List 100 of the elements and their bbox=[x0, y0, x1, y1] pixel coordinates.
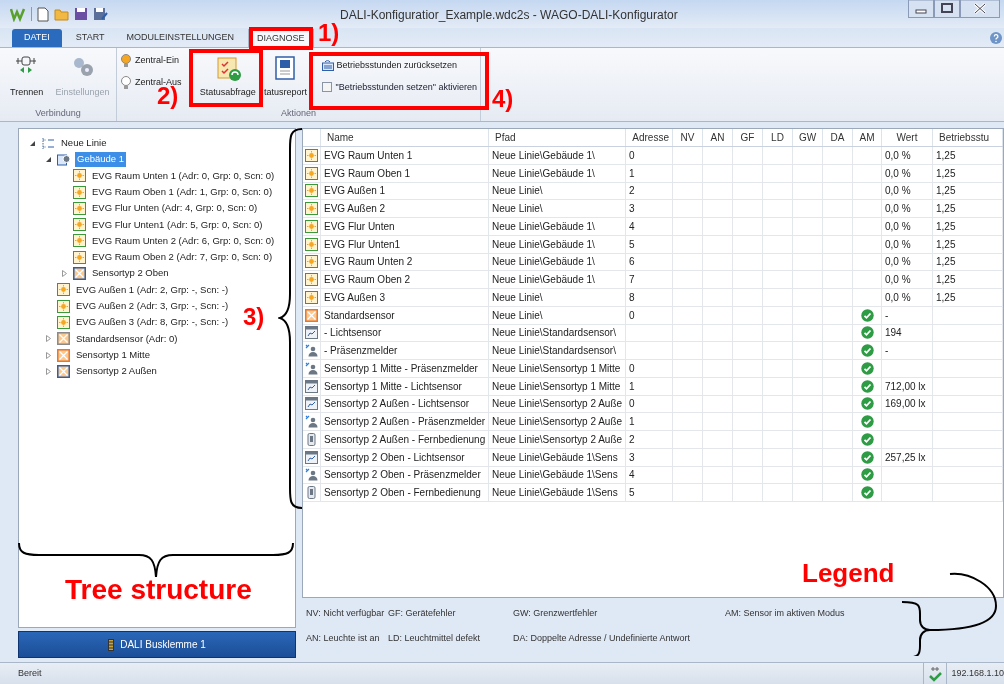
column-header[interactable]: GF bbox=[733, 129, 763, 146]
tree-item[interactable]: EVG Raum Unten 1 (Adr: 0, Grp: 0, Scn: 0) bbox=[90, 168, 277, 183]
table-cell: Neue Linie\Gebäude 1\Sens bbox=[489, 466, 626, 484]
table-cell: Sensortyp 2 Außen - Fernbedienung bbox=[321, 431, 489, 448]
legend-text: AM: Sensor im aktiven Modus bbox=[725, 607, 846, 620]
table-cell: 4 bbox=[626, 466, 673, 484]
checklist-icon bbox=[214, 55, 241, 81]
column-header[interactable]: DA bbox=[823, 129, 853, 146]
checkbox[interactable] bbox=[321, 82, 332, 93]
ribbon-tab[interactable]: START bbox=[67, 29, 113, 47]
expander-icon[interactable] bbox=[44, 155, 52, 163]
column-header[interactable]: Wert bbox=[882, 129, 933, 146]
table-cell: Neue Linie\ bbox=[489, 182, 626, 200]
folder-icon[interactable] bbox=[54, 7, 69, 21]
table-cell: EVG Raum Unten 2 bbox=[321, 253, 489, 271]
table-cell: 1,25 bbox=[933, 182, 1003, 200]
table-cell: 8 bbox=[626, 289, 673, 306]
table-cell: 0 bbox=[626, 360, 673, 377]
table-cell: 5 bbox=[626, 484, 673, 501]
column-header[interactable]: Adresse bbox=[626, 129, 673, 146]
ribbon-button[interactable]: Betriebsstunden zurücksetzen bbox=[321, 59, 477, 73]
table-cell: Neue Linie\Gebäude 1\ bbox=[489, 147, 626, 164]
table-cell: Neue Linie\Gebäude 1\Sens bbox=[489, 448, 626, 466]
table-cell: 3 bbox=[626, 200, 673, 217]
lamp-icon bbox=[57, 283, 70, 297]
tree-item[interactable]: EVG Raum Oben 2 (Adr: 7, Grp: 0, Scn: 0) bbox=[90, 250, 275, 265]
table-cell: - bbox=[882, 306, 933, 324]
table-cell: Sensortyp 1 Mitte - Präsenzmelder bbox=[321, 360, 489, 377]
help-icon[interactable] bbox=[990, 31, 1002, 44]
table-cell: Neue Linie\Gebäude 1\ bbox=[489, 253, 626, 271]
tree-item[interactable]: Sensortyp 2 Außen bbox=[74, 364, 159, 379]
table-cell: 1,25 bbox=[933, 253, 1003, 271]
table-cell: 0 bbox=[626, 147, 673, 164]
table-cell: 1 bbox=[626, 413, 673, 430]
tree-item[interactable]: EVG Raum Unten 2 (Adr: 6, Grp: 0, Scn: 0) bbox=[90, 233, 277, 249]
table-cell: 5 bbox=[626, 235, 673, 253]
table-cell: EVG Raum Oben 2 bbox=[321, 271, 489, 288]
table-cell: - Lichtsensor bbox=[321, 324, 489, 342]
table-cell: Neue Linie\ bbox=[489, 200, 626, 217]
column-header[interactable]: Name bbox=[321, 129, 489, 146]
module-icon bbox=[108, 638, 115, 651]
table-cell: 257,25 lx bbox=[882, 448, 933, 466]
column-header[interactable]: GW bbox=[793, 129, 823, 146]
tree-item[interactable]: Neue Linie bbox=[59, 136, 109, 151]
ribbon-button[interactable]: Zentral-Ein bbox=[120, 54, 190, 68]
lamp-icon bbox=[305, 219, 318, 233]
table-cell: 7 bbox=[626, 271, 673, 288]
table-cell: 1,25 bbox=[933, 164, 1003, 182]
module-button[interactable]: DALI Busklemme 1 bbox=[18, 631, 296, 658]
legend-text: AN: Leuchte ist an bbox=[306, 631, 381, 645]
lamp-icon bbox=[57, 299, 70, 313]
table-cell: 0,0 % bbox=[882, 182, 933, 200]
lamp-icon bbox=[73, 218, 86, 232]
close-icon[interactable] bbox=[960, 0, 1000, 18]
column-header[interactable]: Betriebsstu bbox=[933, 129, 1003, 146]
column-header[interactable]: Pfad bbox=[489, 129, 626, 146]
table-cell: Neue Linie\Sensortyp 2 Auße bbox=[489, 413, 626, 430]
save-as-icon[interactable] bbox=[93, 7, 108, 21]
checkbox-option[interactable]: "Betriebsstunden setzen" aktivieren bbox=[321, 80, 477, 94]
table-cell: Neue Linie\Sensortyp 1 Mitte bbox=[489, 377, 626, 395]
tree-item[interactable]: Sensortyp 2 Oben bbox=[90, 266, 171, 281]
ribbon-button[interactable]: tatusreport bbox=[263, 53, 308, 105]
table-cell: Neue Linie\Sensortyp 2 Auße bbox=[489, 395, 626, 413]
tree-item[interactable]: Standardsensor (Adr: 0) bbox=[74, 331, 180, 346]
lamp-icon bbox=[305, 290, 318, 304]
tree-item[interactable]: EVG Außen 3 (Adr: 8, Grp: -, Scn: -) bbox=[74, 315, 231, 330]
table-cell: 1,25 bbox=[933, 218, 1003, 235]
table-cell: 1,25 bbox=[933, 235, 1003, 253]
tree-item[interactable]: EVG Außen 2 (Adr: 3, Grp: -, Scn: -) bbox=[74, 299, 231, 314]
person-icon bbox=[305, 415, 318, 429]
ribbon-tab[interactable]: MODULEINSTELLUNGEN bbox=[118, 29, 243, 47]
tree-item[interactable]: EVG Außen 1 (Adr: 2, Grp: -, Scn: -) bbox=[74, 282, 231, 297]
table-cell: Neue Linie\Gebäude 1\Sens bbox=[489, 484, 626, 501]
remote-icon bbox=[305, 486, 318, 500]
group-label: Aktionen bbox=[280, 107, 317, 120]
maximize-icon[interactable] bbox=[934, 0, 960, 18]
ribbon-button[interactable]: Trennen bbox=[3, 53, 51, 105]
column-header[interactable]: NV bbox=[673, 129, 703, 146]
tree-item[interactable]: Sensortyp 1 Mitte bbox=[74, 347, 152, 363]
table-cell: Neue Linie\ bbox=[489, 289, 626, 306]
expander-icon[interactable] bbox=[28, 139, 36, 147]
save-icon[interactable] bbox=[74, 7, 88, 21]
tree-item[interactable]: EVG Flur Unten (Adr: 4, Grp: 0, Scn: 0) bbox=[90, 201, 260, 216]
building-icon bbox=[57, 152, 71, 166]
bulb-icon bbox=[120, 54, 132, 68]
table-cell: EVG Raum Oben 1 bbox=[321, 164, 489, 182]
annotation-label: Tree structure bbox=[65, 576, 252, 604]
table-cell: Sensortyp 2 Außen - Präsenzmelder bbox=[321, 413, 489, 430]
ribbon-button[interactable]: Statusabfrage bbox=[193, 53, 262, 105]
column-header[interactable]: AN bbox=[703, 129, 733, 146]
tree-item[interactable]: EVG Flur Unten1 (Adr: 5, Grp: 0, Scn: 0) bbox=[90, 217, 265, 232]
table-cell: 194 bbox=[882, 324, 933, 342]
column-header[interactable]: AM bbox=[853, 129, 882, 146]
ribbon-tab[interactable]: DATEI bbox=[12, 29, 62, 47]
lamp-icon bbox=[73, 234, 86, 248]
table-cell: 0,0 % bbox=[882, 271, 933, 288]
tree-item[interactable]: EVG Raum Oben 1 (Adr: 1, Grp: 0, Scn: 0) bbox=[90, 184, 275, 200]
new-file-icon[interactable] bbox=[37, 6, 49, 22]
column-header[interactable]: LD bbox=[763, 129, 793, 146]
table-cell: Neue Linie\Gebäude 1\ bbox=[489, 218, 626, 235]
